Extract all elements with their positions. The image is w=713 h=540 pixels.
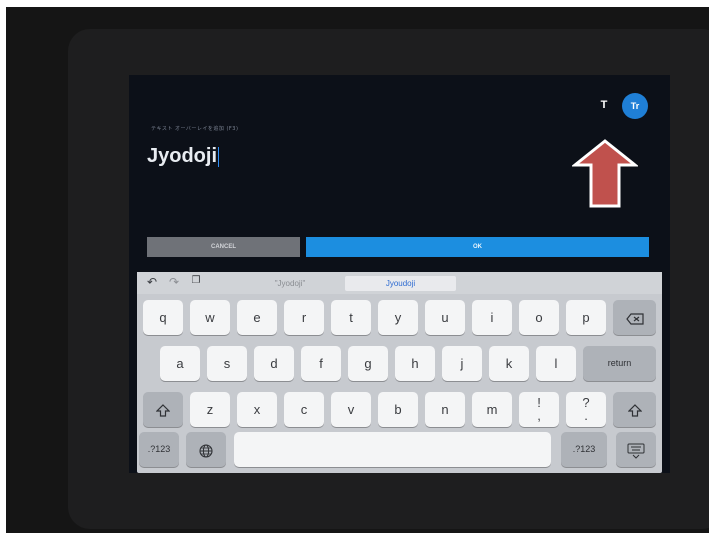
- key-e[interactable]: e: [237, 300, 277, 335]
- suggestion-item[interactable]: Jyoudoji: [345, 276, 456, 291]
- text-caret: [218, 146, 220, 167]
- redo-icon[interactable]: ↷: [167, 275, 181, 289]
- up-arrow: [572, 139, 638, 208]
- backspace-icon: [625, 312, 644, 325]
- keyboard-toolbar: ↶ ↷ ❐ "Jyodoji" Jyoudoji: [137, 272, 662, 294]
- globe-icon: [199, 444, 213, 458]
- keyboard-dismiss-icon: [627, 443, 645, 459]
- backspace-key[interactable]: [613, 300, 656, 335]
- numbers-key-right[interactable]: .?123: [561, 432, 607, 467]
- key-c[interactable]: c: [284, 392, 324, 427]
- key-exclaim-comma[interactable]: ! ,: [519, 392, 559, 427]
- key-r[interactable]: r: [284, 300, 324, 335]
- text-value: Jyodoji: [147, 145, 218, 167]
- key-b[interactable]: b: [378, 392, 418, 427]
- tablet-screen: テキスト オーバーレイを追加 (F3) Jyodoji T Tr CANCEL …: [129, 75, 670, 473]
- key-f[interactable]: f: [301, 346, 341, 381]
- key-question-period[interactable]: ? .: [566, 392, 606, 427]
- key-w[interactable]: w: [190, 300, 230, 335]
- key-j[interactable]: j: [442, 346, 482, 381]
- key-n[interactable]: n: [425, 392, 465, 427]
- shift-key-right[interactable]: [613, 392, 656, 427]
- onscreen-keyboard: ↶ ↷ ❐ "Jyodoji" Jyoudoji q w e r t y u i…: [137, 272, 662, 473]
- key-v[interactable]: v: [331, 392, 371, 427]
- shift-icon: [155, 404, 171, 417]
- overlay-label: テキスト オーバーレイを追加 (F3): [151, 126, 239, 132]
- key-d[interactable]: d: [254, 346, 294, 381]
- undo-icon[interactable]: ↶: [145, 275, 159, 289]
- text-input[interactable]: Jyodoji: [147, 141, 220, 171]
- key-t[interactable]: t: [331, 300, 371, 335]
- key-k[interactable]: k: [489, 346, 529, 381]
- suggestion-item[interactable]: [456, 276, 566, 291]
- shift-key-left[interactable]: [143, 392, 183, 427]
- key-y[interactable]: y: [378, 300, 418, 335]
- return-key[interactable]: return: [583, 346, 656, 381]
- font-button[interactable]: Tr: [622, 93, 648, 119]
- numbers-key-left[interactable]: .?123: [139, 432, 179, 467]
- space-bar[interactable]: [234, 432, 551, 467]
- cancel-button[interactable]: CANCEL: [147, 237, 300, 257]
- paste-icon[interactable]: ❐: [189, 275, 203, 286]
- key-g[interactable]: g: [348, 346, 388, 381]
- ok-button[interactable]: OK: [306, 237, 649, 257]
- key-secondary: ,: [537, 408, 541, 423]
- key-secondary: .: [584, 408, 588, 423]
- key-p[interactable]: p: [566, 300, 606, 335]
- key-m[interactable]: m: [472, 392, 512, 427]
- key-a[interactable]: a: [160, 346, 200, 381]
- text-style-button[interactable]: T: [595, 96, 613, 114]
- key-h[interactable]: h: [395, 346, 435, 381]
- key-u[interactable]: u: [425, 300, 465, 335]
- suggestion-item[interactable]: "Jyodoji": [235, 276, 345, 291]
- key-l[interactable]: l: [536, 346, 576, 381]
- key-q[interactable]: q: [143, 300, 183, 335]
- key-s[interactable]: s: [207, 346, 247, 381]
- key-z[interactable]: z: [190, 392, 230, 427]
- key-x[interactable]: x: [237, 392, 277, 427]
- key-i[interactable]: i: [472, 300, 512, 335]
- shift-icon: [627, 404, 642, 417]
- keyboard-dismiss-key[interactable]: [616, 432, 656, 467]
- key-o[interactable]: o: [519, 300, 559, 335]
- globe-key[interactable]: [186, 432, 226, 467]
